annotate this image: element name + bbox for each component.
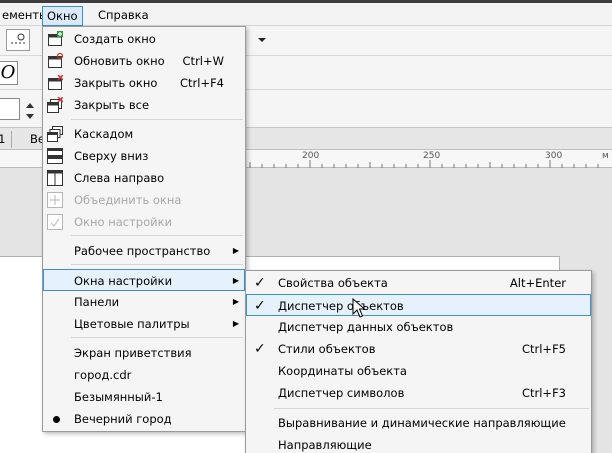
menu-item-workspace[interactable]: Рабочее пространство ▶ xyxy=(43,240,245,262)
snap-icon[interactable] xyxy=(6,29,30,51)
combine-windows-icon xyxy=(47,192,63,208)
submenu-item-object-data-manager[interactable]: Диспетчер данных объектов xyxy=(246,316,591,338)
new-window-icon xyxy=(48,31,63,46)
menubar-item-help[interactable]: Справка xyxy=(94,6,153,26)
ruler-label-250: 250 xyxy=(423,151,441,161)
menu-item-refresh-window[interactable]: Обновить окно Ctrl+W xyxy=(43,50,245,72)
italic-o-icon[interactable]: O xyxy=(0,61,18,85)
menu-item-tile-vertical[interactable]: Слева направо xyxy=(43,167,245,189)
menubar-item-window[interactable]: Окно xyxy=(42,6,83,26)
submenu-item-alignment-guides[interactable]: Выравнивание и динамические направляющие xyxy=(246,412,591,434)
menu-item-new-window[interactable]: Создать окно xyxy=(43,28,245,50)
submenu-arrow-icon: ▶ xyxy=(232,297,239,306)
tile-horizontal-icon xyxy=(47,148,63,164)
close-window-icon xyxy=(48,75,63,90)
checkmark-icon: ✓ xyxy=(254,298,266,314)
menu-item-close-all[interactable]: Закрыть все xyxy=(43,94,245,116)
menu-separator xyxy=(71,337,243,338)
submenu-item-object-manager[interactable]: ✓ Диспетчер объектов xyxy=(246,294,591,316)
submenu-item-symbol-manager[interactable]: Диспетчер символов Ctrl+F3 xyxy=(246,382,591,404)
mouse-pointer-icon xyxy=(352,298,366,318)
submenu-arrow-icon: ▶ xyxy=(232,246,239,255)
cascade-icon xyxy=(47,126,63,142)
spinner-up-icon[interactable] xyxy=(25,99,35,108)
doc-tab-1[interactable]: -1 xyxy=(0,131,13,148)
submenu-item-object-coordinates[interactable]: Координаты объекта xyxy=(246,360,591,382)
submenu-item-guidelines[interactable]: Направляющие xyxy=(246,434,591,453)
menu-separator xyxy=(71,119,243,120)
menu-item-close-window[interactable]: Закрыть окно Ctrl+F4 xyxy=(43,72,245,94)
menu-bar: ементы Окно Справка xyxy=(0,0,612,26)
submenu-item-object-styles[interactable]: ✓ Стили объектов Ctrl+F5 xyxy=(246,338,591,360)
active-document-bullet-icon xyxy=(53,416,60,423)
menu-item-cascade[interactable]: Каскадом xyxy=(43,123,245,145)
menu-item-welcome-screen[interactable]: Экран приветствия xyxy=(43,342,245,364)
menu-separator xyxy=(71,264,243,265)
menu-item-combine-windows: Объединить окна xyxy=(43,189,245,211)
ruler-label-200: 200 xyxy=(302,151,320,161)
menu-item-document-evening-city[interactable]: Вечерний город xyxy=(43,408,245,430)
ruler-unit-label: м xyxy=(602,151,609,161)
menu-item-tile-horizontal[interactable]: Сверху вниз xyxy=(43,145,245,167)
menu-item-toolbars[interactable]: Панели ▶ xyxy=(43,291,245,313)
close-all-icon xyxy=(47,97,63,113)
tile-vertical-icon xyxy=(47,170,63,186)
docker-window-icon xyxy=(47,214,63,230)
menu-item-color-palettes[interactable]: Цветовые палитры ▶ xyxy=(43,313,245,335)
menu-item-docker-window: Окно настройки xyxy=(43,211,245,233)
menu-separator xyxy=(274,408,589,409)
submenu-item-object-properties[interactable]: ✓ Свойства объекта Alt+Enter xyxy=(246,272,591,294)
checkmark-icon: ✓ xyxy=(254,341,266,357)
menu-separator xyxy=(71,235,243,236)
menu-item-document-gorod[interactable]: город.cdr xyxy=(43,364,245,386)
checkmark-icon: ✓ xyxy=(254,275,266,291)
submenu-arrow-icon: ▶ xyxy=(232,276,239,285)
menu-item-dockers[interactable]: Окна настройки ▶ xyxy=(43,269,245,291)
menu-item-document-untitled[interactable]: Безымянный-1 xyxy=(43,386,245,408)
submenu-arrow-icon: ▶ xyxy=(232,319,239,328)
ruler-label-300: 300 xyxy=(545,151,563,161)
dockers-submenu: ✓ Свойства объекта Alt+Enter ✓ Диспетчер… xyxy=(245,270,592,453)
font-size-field[interactable] xyxy=(0,98,20,120)
refresh-window-icon xyxy=(48,53,63,68)
spinner-down-icon[interactable] xyxy=(25,110,35,119)
dropdown-arrow-icon[interactable] xyxy=(256,34,268,46)
window-menu: Создать окно Обновить окно Ctrl+W Закрыт… xyxy=(42,26,246,432)
